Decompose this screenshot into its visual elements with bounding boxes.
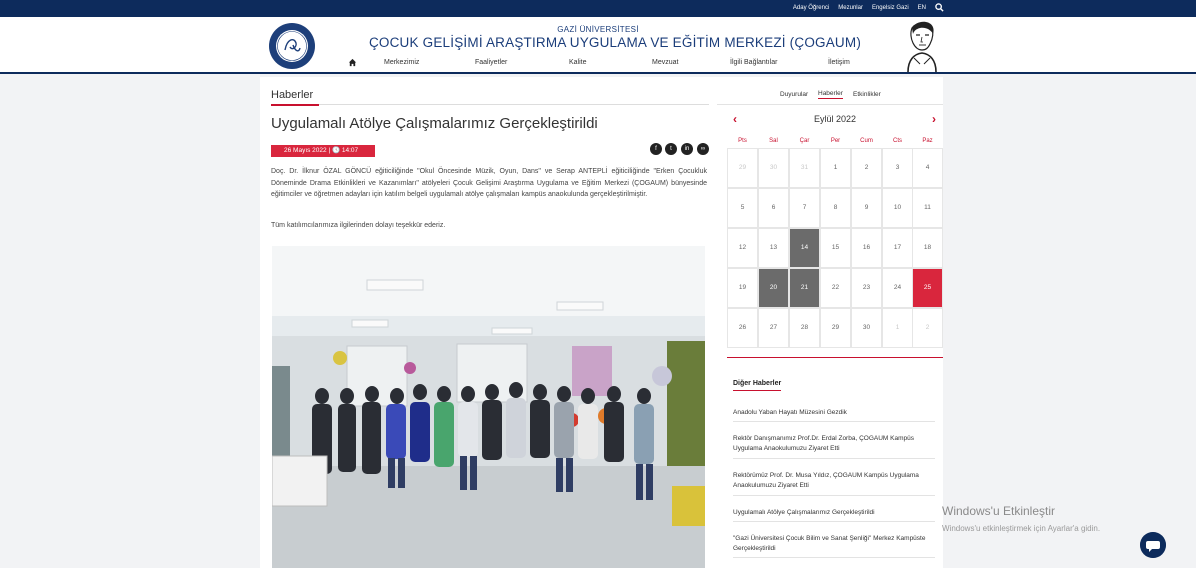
calendar-day[interactable]: 1 (820, 148, 851, 188)
news-item[interactable]: Rektör Danışmanımız Prof.Dr. Erdal Zorba… (733, 434, 938, 454)
link-language-en[interactable]: EN (918, 5, 926, 11)
nav-iletisim[interactable]: İletişim (828, 59, 850, 66)
calendar-day[interactable]: 13 (758, 228, 789, 268)
link-icon[interactable]: ∞ (697, 143, 709, 155)
calendar-day[interactable]: 6 (758, 188, 789, 228)
calendar-day[interactable]: 26 (727, 308, 758, 348)
calendar-day[interactable]: 28 (789, 308, 820, 348)
tab-duyurular[interactable]: Duyurular (780, 91, 808, 98)
calendar-day[interactable]: 21 (789, 268, 820, 308)
linkedin-icon[interactable]: in (681, 143, 693, 155)
activation-watermark-text: Windows'u etkinleştirmek için Ayarlar'a … (942, 524, 1101, 533)
calendar-day[interactable]: 12 (727, 228, 758, 268)
chat-icon[interactable] (1140, 532, 1166, 558)
calendar-day[interactable]: 11 (912, 188, 943, 228)
activation-watermark-title: Windows'u Etkinleştir (942, 504, 1055, 518)
calendar-day[interactable]: 1 (882, 308, 913, 348)
tabs-divider (717, 104, 943, 105)
calendar-day[interactable]: 24 (882, 268, 913, 308)
calendar-day[interactable]: 29 (727, 148, 758, 188)
nav-ilgili-baglantilar[interactable]: İlgili Bağlantılar (730, 59, 777, 66)
twitter-icon[interactable]: t (665, 143, 677, 155)
section-divider (271, 104, 709, 105)
calendar-day[interactable]: 27 (758, 308, 789, 348)
news-divider (733, 458, 935, 459)
calendar-day[interactable]: 5 (727, 188, 758, 228)
tab-haberler[interactable]: Haberler (818, 90, 843, 99)
weekday: Cts (893, 138, 902, 144)
calendar-day[interactable]: 2 (912, 308, 943, 348)
site-subtitle: GAZİ ÜNİVERSİTESİ (557, 25, 639, 34)
calendar-weekdays: Pts Sal Çar Per Cum Cts Paz (727, 138, 943, 148)
calendar-day[interactable]: 15 (820, 228, 851, 268)
nav-kalite[interactable]: Kalite (569, 59, 587, 66)
nav-faaliyetler[interactable]: Faaliyetler (475, 59, 507, 66)
link-aday-ogrenci[interactable]: Aday Öğrenci (793, 5, 829, 11)
weekday: Çar (799, 138, 810, 144)
article-body: Doç. Dr. İlknur ÖZAL GÖNCÜ eğiticiliğind… (271, 168, 707, 198)
calendar-day[interactable]: 31 (789, 148, 820, 188)
calendar-day[interactable]: 7 (789, 188, 820, 228)
calendar-day[interactable]: 14 (789, 228, 820, 268)
calendar-day[interactable]: 16 (851, 228, 882, 268)
date-badge: 26 Mayıs 2022 | 🕓 14:07 (271, 145, 375, 157)
calendar-month: Eylül 2022 (813, 114, 857, 124)
calendar-day[interactable]: 3 (882, 148, 913, 188)
calendar-day[interactable]: 30 (758, 148, 789, 188)
calendar-day[interactable]: 8 (820, 188, 851, 228)
calendar-next-icon[interactable]: › (932, 112, 936, 126)
news-divider (733, 421, 935, 422)
nav-merkezimiz[interactable]: Merkezimiz (384, 59, 419, 66)
section-title: Haberler (271, 89, 314, 101)
weekday: Paz (922, 138, 933, 144)
news-divider (733, 521, 935, 522)
article-photo (272, 246, 705, 568)
calendar-day[interactable]: 30 (851, 308, 882, 348)
tab-etkinlikler[interactable]: Etkinlikler (853, 91, 881, 98)
calendar-day[interactable]: 2 (851, 148, 882, 188)
calendar-grid: 29 30 31 1 2 3 4 5 6 7 8 9 10 11 12 13 14 15 16 17 18 19 20 21 2… (727, 148, 943, 348)
main-nav: Merkezimiz Faaliyetler Kalite Mevzuat İl… (0, 59, 1196, 71)
other-news-underline (733, 390, 781, 391)
calendar-day[interactable]: 29 (820, 308, 851, 348)
news-item[interactable]: Uygulamalı Atölye Çalışmalarımız Gerçekl… (733, 508, 938, 518)
link-engelsiz-gazi[interactable]: Engelsiz Gazi (872, 5, 909, 11)
calendar-day[interactable]: 20 (758, 268, 789, 308)
site-title[interactable]: ÇOCUK GELİŞİMİ ARAŞTIRMA UYGULAMA VE EĞİ… (0, 35, 1196, 50)
calendar-day[interactable]: 10 (882, 188, 913, 228)
search-icon[interactable] (935, 3, 944, 12)
site-header: GAZİ ÜNİVERSİTESİ ÇOCUK GELİŞİMİ ARAŞTIR… (0, 17, 1196, 74)
top-links: Aday Öğrenci Mezunlar Engelsiz Gazi EN (793, 3, 944, 12)
news-item[interactable]: "Gazi Üniversitesi Çocuk Bilim ve Sanat … (733, 534, 938, 554)
weekday: Cum (860, 138, 873, 144)
calendar-header: ‹ Eylül 2022 › (727, 112, 943, 128)
nav-mevzuat[interactable]: Mevzuat (652, 59, 678, 66)
weekday: Pts (738, 138, 747, 144)
calendar-day[interactable]: 4 (912, 148, 943, 188)
top-bar: Aday Öğrenci Mezunlar Engelsiz Gazi EN (0, 0, 1196, 17)
facebook-icon[interactable]: f (650, 143, 662, 155)
weekday: Sal (769, 138, 778, 144)
news-item[interactable]: Rektörümüz Prof. Dr. Musa Yıldız, ÇOGAUM… (733, 471, 938, 491)
article-title: Uygulamalı Atölye Çalışmalarımız Gerçekl… (271, 115, 598, 132)
calendar-day[interactable]: 17 (882, 228, 913, 268)
calendar-day[interactable]: 18 (912, 228, 943, 268)
article-thanks: Tüm katılımcılarımıza ilgilerinden dolay… (271, 222, 446, 229)
other-news-title: Diğer Haberler (733, 380, 782, 387)
calendar-day[interactable]: 9 (851, 188, 882, 228)
weekday: Per (830, 138, 841, 144)
news-divider (733, 495, 935, 496)
calendar-day[interactable]: 25 (912, 268, 943, 308)
calendar-day[interactable]: 22 (820, 268, 851, 308)
section-underline (271, 104, 319, 106)
calendar-day[interactable]: 23 (851, 268, 882, 308)
news-item[interactable]: Anadolu Yaban Hayatı Müzesini Gezdik (733, 408, 938, 418)
news-divider (733, 557, 935, 558)
calendar-day[interactable]: 19 (727, 268, 758, 308)
link-mezunlar[interactable]: Mezunlar (838, 5, 863, 11)
